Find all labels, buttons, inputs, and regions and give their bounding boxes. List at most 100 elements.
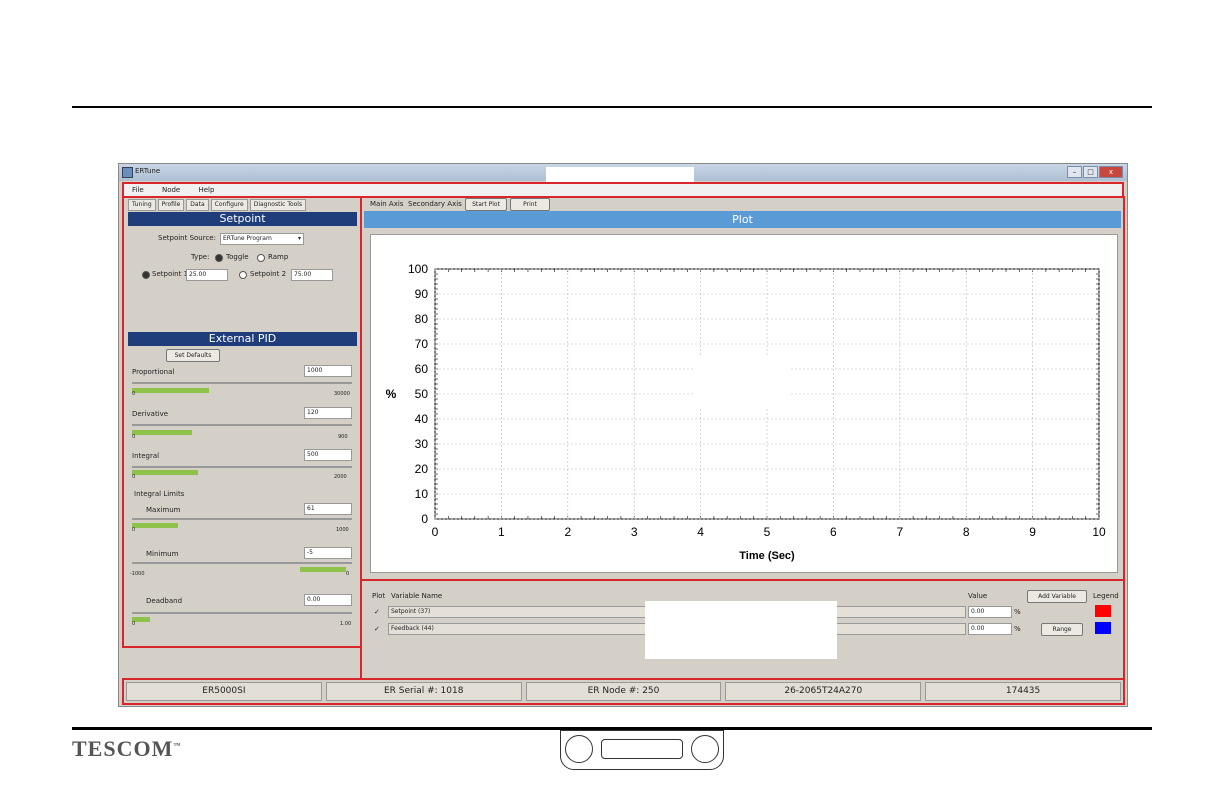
title-bar: ERTune – □ x <box>119 164 1127 188</box>
plot-area: 0 1 2 3 4 5 6 7 8 9 10 0 10 20 30 40 50 60 70 80 90 100 Time (… <box>370 234 1118 573</box>
maximum-level <box>132 523 178 528</box>
integral-label: Integral <box>132 452 160 460</box>
status-node: ER Node #: 250 <box>525 682 722 701</box>
minimum-slider[interactable] <box>132 562 352 564</box>
add-variable-button[interactable]: Add Variable <box>1027 590 1087 603</box>
x-tick-label: 4 <box>697 525 704 539</box>
maximum-min: 0 <box>132 527 136 533</box>
menu-file[interactable]: File <box>132 186 144 194</box>
y-tick-label: 90 <box>415 287 429 301</box>
plot-panel: Main Axis Secondary Axis Start Plot Prin… <box>360 196 1125 581</box>
proportional-input[interactable]: 1000 <box>304 365 352 377</box>
x-tick-label: 3 <box>631 525 638 539</box>
tuning-panel: Tuning Profile Data Configure Diagnostic… <box>122 196 362 648</box>
status-part-number: 26-2065T24A270 <box>725 682 922 701</box>
tab-tuning[interactable]: Tuning <box>128 199 156 211</box>
proportional-slider[interactable] <box>132 382 352 384</box>
setpoint1-label: Setpoint 1 <box>152 270 189 278</box>
proportional-level <box>132 388 209 393</box>
deadband-max: 1.00 <box>340 621 352 627</box>
tab-diagnostic-tools[interactable]: Diagnostic Tools <box>249 199 307 211</box>
range-button[interactable]: Range <box>1041 623 1083 636</box>
variable-value-field: 0.00 <box>968 606 1012 618</box>
minimum-input[interactable]: -5 <box>304 547 352 559</box>
type-ramp-radio[interactable] <box>257 254 265 262</box>
derivative-max: 900 <box>338 434 348 440</box>
proportional-max: 30000 <box>334 391 350 397</box>
deadband-input[interactable]: 0.00 <box>304 594 352 606</box>
deadband-label: Deadband <box>146 597 183 605</box>
x-tick-label: 0 <box>432 525 439 539</box>
integral-input[interactable]: 500 <box>304 449 352 461</box>
deadband-slider[interactable] <box>132 612 352 614</box>
setpoint1-input[interactable]: 25.00 <box>186 269 228 281</box>
maximum-slider[interactable] <box>132 518 352 520</box>
chevron-down-icon: ▾ <box>297 235 301 242</box>
type-toggle-radio[interactable] <box>215 254 223 262</box>
setpoint-source-label: Setpoint Source: <box>158 234 216 242</box>
x-tick-label: 8 <box>963 525 970 539</box>
legend-swatch-blue <box>1095 622 1111 634</box>
prev-page-button[interactable] <box>565 735 593 763</box>
col-variable-name-header: Variable Name <box>391 592 443 600</box>
tab-profile[interactable]: Profile <box>157 199 185 211</box>
maximum-input[interactable]: 61 <box>304 503 352 515</box>
proportional-min: 0 <box>132 391 136 397</box>
integral-limits-label: Integral Limits <box>134 490 185 498</box>
type-label: Type: <box>191 253 210 261</box>
tescom-logo: TESCOM™ <box>72 736 181 762</box>
top-rule <box>72 106 1152 108</box>
derivative-label: Derivative <box>132 410 169 418</box>
app-window: ERTune – □ x File Node Help Tuning Profi… <box>118 163 1128 707</box>
plot-header: Plot <box>364 211 1121 228</box>
menu-node[interactable]: Node <box>162 186 180 194</box>
integral-level <box>132 470 198 475</box>
derivative-slider[interactable] <box>132 424 352 426</box>
redaction-box <box>694 357 790 409</box>
setpoint2-radio[interactable] <box>239 271 247 279</box>
deadband-min: 0 <box>132 621 136 627</box>
minimize-button[interactable]: – <box>1067 166 1082 178</box>
next-page-button[interactable] <box>691 735 719 763</box>
setpoint-source-select[interactable]: ERTune Program ▾ <box>220 233 304 245</box>
minimum-level <box>300 567 346 572</box>
menu-help[interactable]: Help <box>198 186 214 194</box>
status-model: ER5000SI <box>126 682 322 701</box>
derivative-level <box>132 430 192 435</box>
derivative-input[interactable]: 120 <box>304 407 352 419</box>
page-nav-control <box>560 730 724 770</box>
x-tick-label: 5 <box>764 525 771 539</box>
status-serial: ER Serial #: 1018 <box>325 682 522 701</box>
x-tick-label: 1 <box>498 525 505 539</box>
minimum-label: Minimum <box>146 550 179 558</box>
checkmark-icon[interactable]: ✓ <box>374 608 380 616</box>
checkmark-icon[interactable]: ✓ <box>374 625 380 633</box>
setpoint1-radio[interactable] <box>142 271 150 279</box>
y-tick-label: 100 <box>408 262 428 276</box>
integral-slider[interactable] <box>132 466 352 468</box>
tab-secondary-axis[interactable]: Secondary Axis <box>408 200 462 208</box>
app-icon <box>122 167 133 178</box>
close-button[interactable]: x <box>1099 166 1123 178</box>
x-tick-label: 2 <box>564 525 571 539</box>
set-defaults-button[interactable]: Set Defaults <box>166 349 220 362</box>
maximum-max: 1000 <box>336 527 349 533</box>
logo-tm: ™ <box>173 741 182 750</box>
y-tick-label: 40 <box>415 412 429 426</box>
setpoint2-label: Setpoint 2 <box>250 270 287 278</box>
x-tick-label: 7 <box>896 525 903 539</box>
tab-main-axis[interactable]: Main Axis <box>370 200 403 208</box>
home-button[interactable] <box>601 739 683 759</box>
print-button[interactable]: Print <box>510 198 550 211</box>
tab-data[interactable]: Data <box>186 199 209 211</box>
setpoint2-input[interactable]: 75.00 <box>291 269 333 281</box>
redaction-box <box>645 601 837 659</box>
proportional-label: Proportional <box>132 368 175 376</box>
col-plot-header: Plot <box>372 592 386 600</box>
tab-configure[interactable]: Configure <box>210 199 248 211</box>
variable-value-field: 0.00 <box>968 623 1012 635</box>
maximize-button[interactable]: □ <box>1083 166 1098 178</box>
y-tick-label: 50 <box>415 387 429 401</box>
start-plot-button[interactable]: Start Plot <box>465 198 507 211</box>
integral-min: 0 <box>132 474 136 480</box>
